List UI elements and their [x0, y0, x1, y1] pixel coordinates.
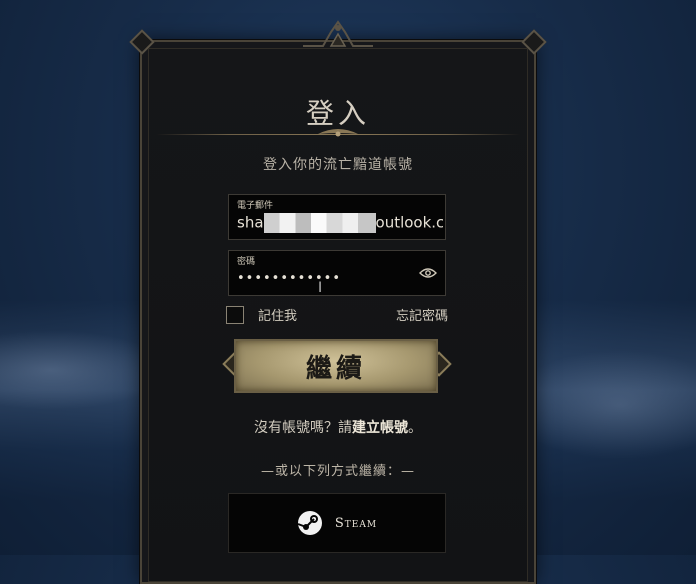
forgot-password-link[interactable]: 忘記密碼 [396, 305, 448, 324]
signup-prompt: 沒有帳號嗎？請建立帳號。 [142, 417, 534, 437]
eye-icon[interactable] [419, 267, 437, 279]
subtitle: 登入你的流亡黯道帳號 [263, 157, 413, 173]
password-field[interactable]: 密碼 •••••••••••• [228, 250, 446, 296]
steam-login-button[interactable]: Steam [228, 493, 446, 553]
signup-prefix: 沒有帳號嗎？請 [254, 420, 352, 436]
crest-ornament [303, 20, 373, 47]
steam-icon [297, 511, 322, 535]
continue-button[interactable]: 繼續 [234, 339, 438, 393]
divider-ornament [318, 129, 358, 137]
email-field[interactable]: 電子郵件 sha outlook.c [228, 194, 446, 240]
create-account-link[interactable]: 建立帳號 [352, 420, 408, 436]
remember-label[interactable]: 記住我 [258, 305, 297, 324]
redacted-block [263, 213, 376, 233]
text-cursor-icon: I [318, 280, 323, 296]
password-value: •••••••••••• [237, 271, 342, 286]
password-label: 密碼 [237, 257, 256, 267]
signup-suffix: 。 [408, 420, 422, 436]
email-label: 電子郵件 [237, 201, 274, 211]
login-dialog: 登入 登入你的流亡黯道帳號 電子郵件 sha outlook.c 密碼 •••••… [129, 20, 547, 584]
email-value: sha outlook.c [237, 213, 443, 233]
alternative-login-label: —或以下列方式繼續：— [260, 464, 415, 479]
remember-checkbox[interactable] [226, 306, 244, 324]
steam-label: Steam [334, 515, 378, 531]
